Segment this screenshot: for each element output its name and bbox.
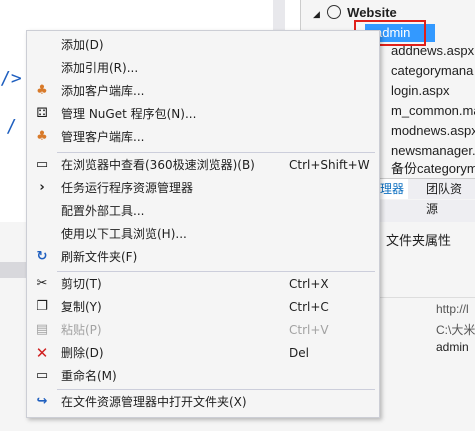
refresh-icon: ↻ [36,249,48,264]
nuget-icon: ⚃ [36,106,48,121]
delete-icon: ✕ [35,344,49,362]
browser-icon: ▭ [35,157,49,172]
globe-icon [326,5,341,19]
project-node[interactable]: ◢ Website [313,4,397,22]
menu-item-copy[interactable]: ❐ 复制(Y) Ctrl+C [28,296,378,318]
menu-item-rename[interactable]: ▭ 重命名(M) [28,365,378,387]
tree-item-modnews[interactable]: modnews.aspx [391,122,475,140]
tree-item-login[interactable]: login.aspx [391,82,450,100]
property-value-path[interactable]: C:\大米 [436,321,475,338]
menu-item-cut[interactable]: ✂ 剪切(T) Ctrl+X [28,273,378,295]
paste-icon: ▤ [35,322,49,337]
property-value-name[interactable]: admin [436,340,469,354]
open-folder-icon: ↪ [36,394,48,409]
code-glyph: /> [0,68,22,89]
menu-item-add-client-library[interactable]: ♣ 添加客户端库... [28,80,378,102]
menu-item-configure-external-tools[interactable]: 配置外部工具... [28,200,378,222]
tree-item-newsmanager[interactable]: newsmanager. [391,142,475,160]
property-value-url[interactable]: http://l [436,302,469,316]
palette-icon: ♣ [36,83,48,98]
project-label: Website [347,5,397,20]
expand-arrow-icon[interactable]: ◢ [313,9,320,19]
menu-item-add-reference[interactable]: 添加引用(R)... [28,57,378,79]
tree-item-m-common[interactable]: m_common.ma [391,102,475,120]
menu-item-refresh-folder[interactable]: ↻ 刷新文件夹(F) [28,246,378,268]
menu-item-manage-nuget[interactable]: ⚃ 管理 NuGet 程序包(N)... [28,103,378,125]
tree-item-backup[interactable]: 备份categorym [391,160,475,178]
context-menu: 添加(D) 添加引用(R)... ♣ 添加客户端库... ⚃ 管理 NuGet … [26,30,380,418]
menu-separator [57,389,375,390]
menu-item-task-runner[interactable]: › 任务运行程序资源管理器 [28,177,378,199]
rename-icon: ▭ [35,368,49,383]
tree-item-categorymana[interactable]: categorymana [391,62,473,80]
chevron-right-icon: › [39,180,45,195]
menu-item-open-in-explorer[interactable]: ↪ 在文件资源管理器中打开文件夹(X) [28,391,378,413]
scissors-icon: ✂ [36,276,48,291]
tab-solution-explorer[interactable]: 理器 [376,179,409,199]
copy-icon: ❐ [36,299,48,314]
properties-title: 文件夹属性 [386,233,452,248]
tab-team-explorer[interactable]: 团队资源 [422,179,475,216]
menu-item-manage-client-libraries[interactable]: ♣ 管理客户端库... [28,126,378,148]
tree-item-addnews[interactable]: addnews.aspx [391,42,474,60]
menu-item-add[interactable]: 添加(D) [28,34,378,56]
menu-item-browse-with[interactable]: 使用以下工具浏览(H)... [28,223,378,245]
menu-separator [57,152,375,153]
divider [380,297,475,298]
menu-separator [57,271,375,272]
code-glyph: / [6,116,17,137]
palette-icon: ♣ [36,129,48,144]
menu-item-paste[interactable]: ▤ 粘贴(P) Ctrl+V [28,319,378,341]
menu-item-view-in-browser[interactable]: ▭ 在浏览器中查看(360极速浏览器)(B) Ctrl+Shift+W [28,154,378,176]
menu-item-delete[interactable]: ✕ 删除(D) Del [28,342,378,364]
